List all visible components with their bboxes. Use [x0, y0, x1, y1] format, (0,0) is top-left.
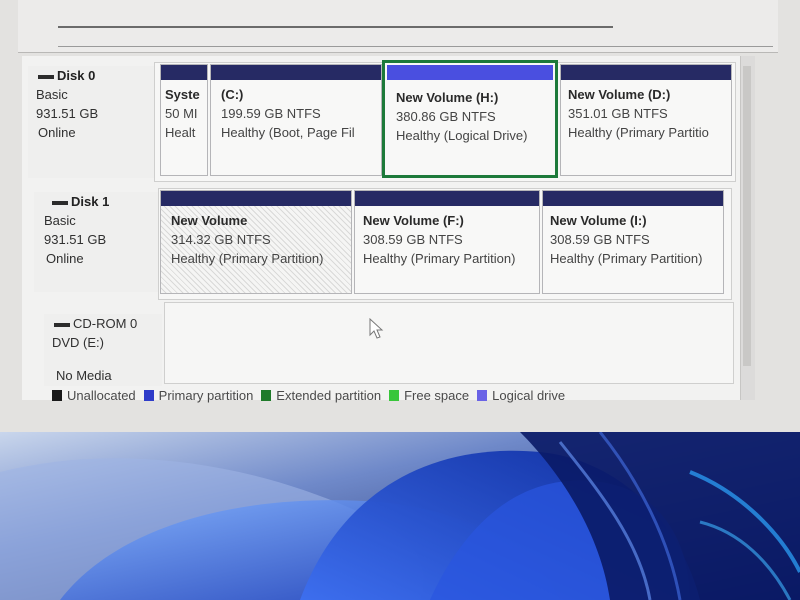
legend-swatch [477, 389, 488, 401]
partition-size: 351.01 GB NTFS [568, 106, 668, 121]
legend-item: Unallocated [52, 388, 136, 403]
partition-title: New Volume (D:) [568, 87, 671, 102]
legend-swatch [52, 389, 62, 401]
disk-name: CD-ROM 0 [73, 316, 138, 331]
disk-status: No Media [56, 368, 112, 383]
partition-size: 380.86 GB NTFS [396, 109, 496, 124]
partition-h[interactable]: New Volume (H:) 380.86 GB NTFS Healthy (… [382, 60, 558, 178]
scrollbar-thumb[interactable] [743, 66, 751, 366]
partition-header [387, 65, 553, 80]
partition-size: 314.32 GB NTFS [171, 232, 271, 247]
legend-item: Free space [389, 388, 469, 403]
partition-new-volume[interactable]: New Volume 314.32 GB NTFS Healthy (Prima… [160, 190, 352, 294]
partition-header [161, 65, 207, 80]
disk-management-window: Disk 0 Basic 931.51 GB Online Syste 50 M… [0, 0, 800, 432]
legend-item: Primary partition [143, 387, 254, 403]
partition-header [561, 65, 731, 80]
legend-swatch [261, 389, 272, 401]
disk-status: Online [46, 251, 84, 266]
cdrom-icon [54, 322, 70, 327]
legend-label: Primary partition [158, 387, 254, 403]
bloom-wallpaper [0, 432, 800, 600]
disk-type: Basic [44, 213, 76, 228]
disk-0-label[interactable]: Disk 0 Basic 931.51 GB Online [28, 66, 156, 178]
disk-1-label[interactable]: Disk 1 Basic 931.51 GB Online [34, 192, 162, 292]
partition-status: Healthy (Boot, Page Fil [221, 125, 355, 140]
disk-size: 931.51 GB [44, 232, 107, 247]
volume-list-area [18, 0, 778, 53]
partition-status: Healt [165, 125, 196, 140]
desktop-wallpaper [0, 432, 800, 600]
legend-label: Unallocated [67, 387, 136, 403]
partition-status: Healthy (Primary Partition) [363, 251, 516, 266]
partition-title: New Volume (I:) [550, 213, 647, 228]
disk-size: 931.51 GB [36, 106, 99, 121]
legend-swatch [389, 389, 400, 401]
disk-icon [52, 200, 68, 205]
partition-header [161, 191, 351, 206]
legend-item: Extended partition [261, 388, 381, 403]
divider [58, 26, 613, 28]
partition-title: New Volume [171, 213, 248, 228]
partition-size: 308.59 GB NTFS [363, 232, 463, 247]
partition-header [211, 65, 381, 80]
disk-type: Basic [36, 87, 68, 102]
partition-i[interactable]: New Volume (I:) 308.59 GB NTFS Healthy (… [542, 190, 724, 294]
partition-f[interactable]: New Volume (F:) 308.59 GB NTFS Healthy (… [354, 190, 540, 294]
disk-icon [38, 74, 54, 79]
partition-status: Healthy (Primary Partition) [171, 251, 324, 266]
partition-status: Healthy (Primary Partitio [568, 125, 709, 140]
legend: Unallocated Primary partition Extended p… [52, 386, 573, 404]
partition-header [543, 191, 723, 206]
partition-title: New Volume (H:) [396, 90, 499, 105]
partition-c[interactable]: (C:) 199.59 GB NTFS Healthy (Boot, Page … [210, 64, 382, 176]
partition-status: Healthy (Logical Drive) [396, 128, 528, 143]
cdrom-row [164, 302, 734, 384]
partition-header [355, 191, 539, 206]
mouse-cursor-icon [369, 318, 384, 339]
partition-status: Healthy (Primary Partition) [550, 251, 703, 266]
legend-label: Extended partition [276, 387, 382, 403]
partition-size: 199.59 GB NTFS [221, 106, 321, 121]
legend-item: Logical drive [477, 388, 565, 403]
partition-system[interactable]: Syste 50 MI Healt [160, 64, 208, 176]
disk-name: Disk 0 [57, 68, 96, 83]
cdrom-0-label[interactable]: CD-ROM 0 DVD (E:) No Media [44, 314, 162, 386]
disk-name: Disk 1 [71, 194, 110, 209]
partition-d[interactable]: New Volume (D:) 351.01 GB NTFS Healthy (… [560, 64, 732, 176]
partition-title: New Volume (F:) [363, 213, 464, 228]
partition-title: Syste [165, 87, 200, 102]
partition-title: (C:) [221, 87, 244, 102]
legend-label: Logical drive [492, 387, 566, 403]
vertical-scrollbar[interactable] [740, 56, 755, 400]
legend-label: Free space [404, 387, 470, 403]
legend-swatch [143, 389, 154, 401]
disk-status: Online [38, 125, 76, 140]
divider [58, 46, 773, 47]
disk-type: DVD (E:) [52, 335, 104, 350]
partition-size: 50 MI [165, 106, 198, 121]
partition-size: 308.59 GB NTFS [550, 232, 650, 247]
